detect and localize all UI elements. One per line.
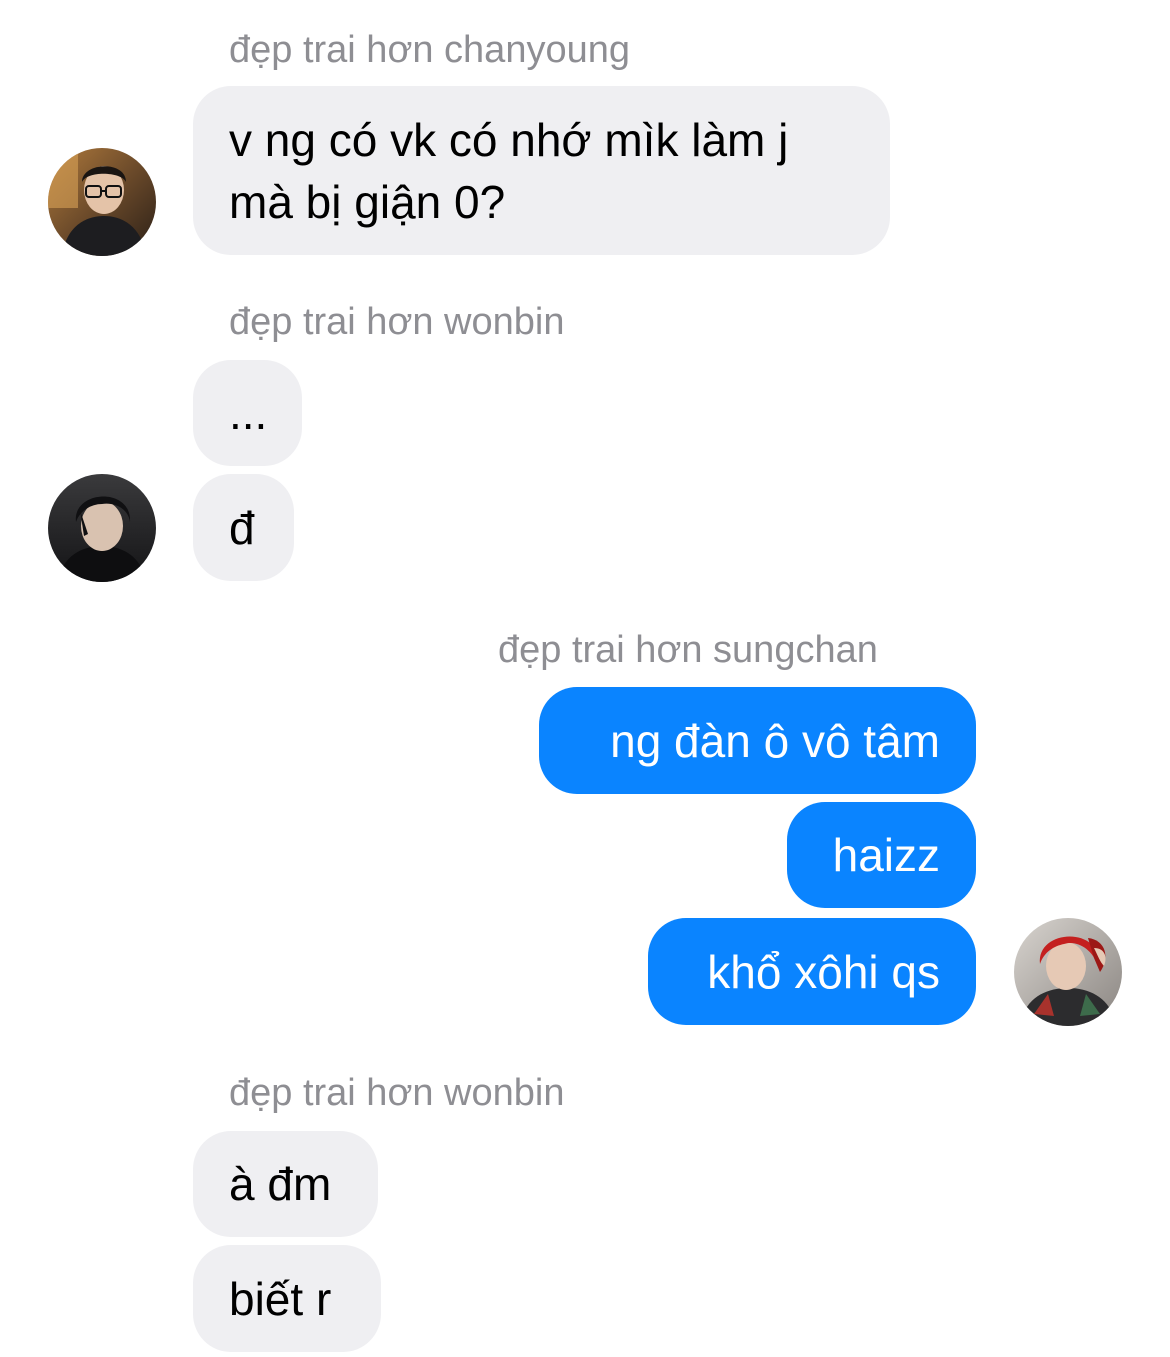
message-bubble-outgoing[interactable]: ng đàn ô vô tâm <box>539 687 976 794</box>
message-text: v ng có vk có nhớ mìk làm j mà bị giận 0… <box>229 113 789 228</box>
message-text: ng đàn ô vô tâm <box>610 714 940 767</box>
avatar-chanyoung[interactable] <box>48 148 156 256</box>
message-text: đ <box>229 501 255 554</box>
avatar-wonbin[interactable] <box>48 474 156 582</box>
message-bubble-incoming[interactable]: đ <box>193 474 294 581</box>
message-text: à đm <box>229 1158 332 1210</box>
avatar-sungchan[interactable] <box>1014 918 1122 1026</box>
avatar-photo-red-hair <box>1014 918 1122 1026</box>
message-bubble-incoming[interactable]: ... <box>193 360 302 466</box>
sender-name-wonbin: đẹp trai hơn wonbin <box>229 301 565 343</box>
message-bubble-incoming[interactable]: à đm <box>193 1131 378 1237</box>
message-bubble-incoming[interactable]: v ng có vk có nhớ mìk làm j mà bị giận 0… <box>193 86 890 255</box>
message-text: ... <box>229 387 268 439</box>
sender-name-chanyoung: đẹp trai hơn chanyoung <box>229 29 630 71</box>
message-text: biết r <box>229 1272 332 1325</box>
message-text: khổ xôhi qs <box>707 945 940 998</box>
sender-name-sungchan: đẹp trai hơn sungchan <box>498 629 878 671</box>
sender-name-wonbin: đẹp trai hơn wonbin <box>229 1072 565 1114</box>
avatar-photo-glasses <box>48 148 156 256</box>
avatar-photo-dark-hair <box>48 474 156 582</box>
message-bubble-incoming[interactable]: biết r <box>193 1245 381 1352</box>
message-bubble-outgoing[interactable]: haizz <box>787 802 976 908</box>
message-text: haizz <box>832 829 940 881</box>
message-bubble-outgoing[interactable]: khổ xôhi qs <box>648 918 976 1025</box>
